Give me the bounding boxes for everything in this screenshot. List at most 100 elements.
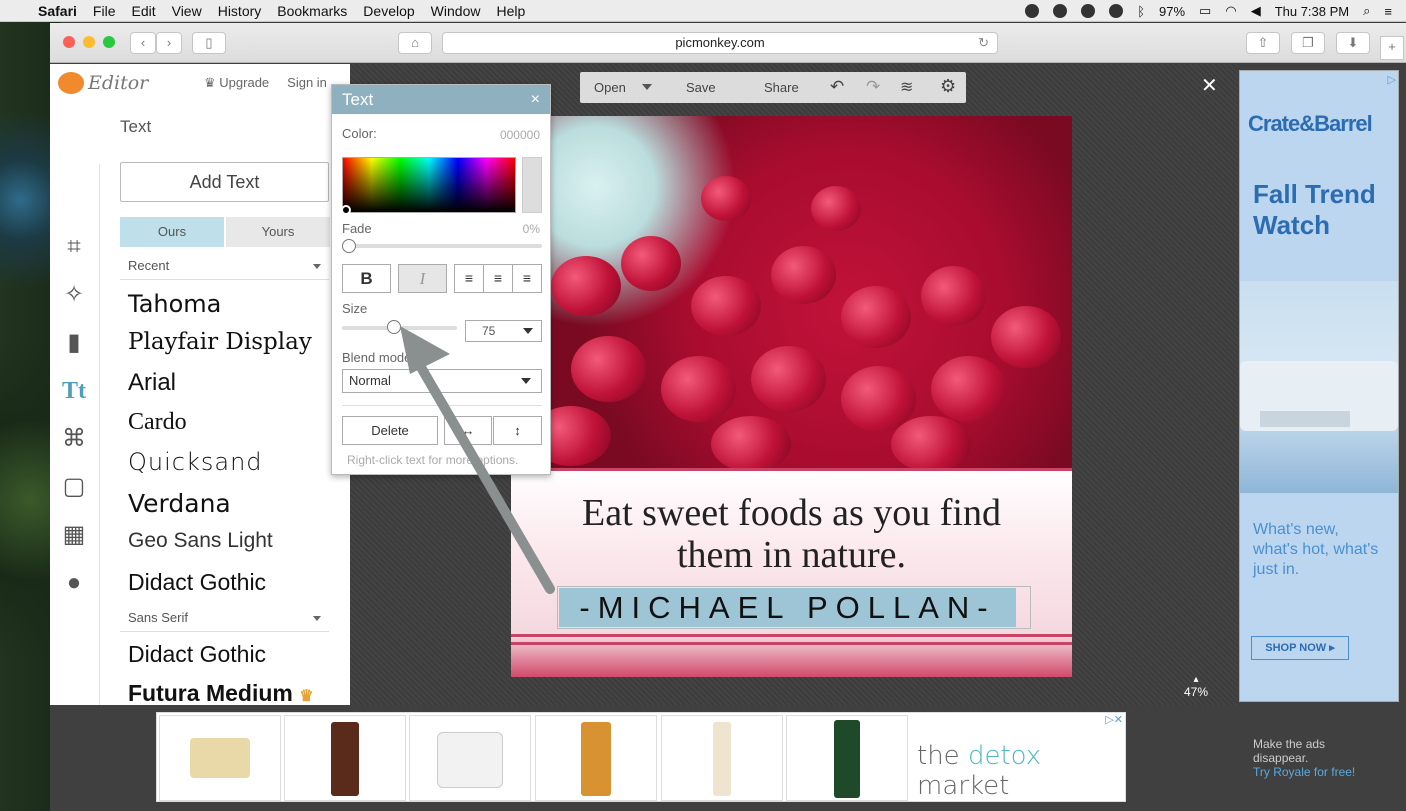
font-item[interactable]: Cardo (128, 409, 187, 436)
downloads-icon[interactable]: ⬇ (1336, 32, 1370, 54)
menu-edit[interactable]: Edit (131, 3, 155, 19)
crop-icon[interactable]: ⌗ (60, 233, 88, 261)
text-tool-icon[interactable]: Tt (60, 377, 88, 405)
status-circle-icon[interactable] (1025, 4, 1040, 18)
menu-develop[interactable]: Develop (363, 3, 414, 19)
side-advertisement[interactable]: ▷ Crate&Barrel Fall Trend Watch What's n… (1239, 70, 1399, 702)
zoom-up-icon[interactable]: ▴ (1184, 674, 1208, 685)
dialog-close-icon[interactable]: × (531, 85, 540, 114)
butterfly-icon[interactable]: ⌘ (60, 425, 88, 453)
back-button[interactable]: ‹ (130, 32, 156, 54)
hue-slider[interactable] (522, 157, 542, 213)
size-slider-handle[interactable] (386, 320, 401, 334)
battery-icon[interactable]: ▭ (1199, 3, 1211, 19)
flip-horizontal-icon[interactable]: ↔ (444, 416, 492, 445)
ad-shop-now-button[interactable]: SHOP NOW ▸ (1251, 636, 1349, 660)
search-icon[interactable]: ⌕ (1363, 3, 1370, 19)
menu-bookmarks[interactable]: Bookmarks (277, 3, 347, 19)
upgrade-link[interactable]: ♛ Upgrade (204, 75, 269, 91)
image-canvas[interactable]: Eat sweet foods as you find them in natur… (511, 116, 1072, 677)
font-item[interactable]: Didact Gothic (128, 569, 266, 596)
font-item[interactable]: Didact Gothic (128, 641, 266, 668)
font-item[interactable]: Playfair Display (128, 329, 312, 355)
ad-product-tile[interactable] (159, 715, 281, 801)
font-item[interactable]: Tahoma (128, 290, 221, 318)
menu-help[interactable]: Help (496, 3, 525, 19)
font-item[interactable]: Quicksand (128, 448, 263, 476)
menu-window[interactable]: Window (431, 3, 481, 19)
color-picker[interactable] (342, 157, 516, 213)
evernote-icon[interactable] (1053, 4, 1068, 18)
layers-icon[interactable]: ≋ (900, 77, 913, 97)
undo-icon[interactable]: ↶ (830, 77, 844, 97)
time-machine-icon[interactable] (1109, 4, 1124, 18)
bluetooth-icon[interactable]: ᛒ (1137, 4, 1145, 19)
ad-product-tile[interactable] (535, 715, 657, 801)
wifi-icon[interactable]: ◠ (1225, 3, 1236, 19)
share-button[interactable]: Share (764, 80, 799, 95)
menu-view[interactable]: View (172, 3, 202, 19)
bold-button[interactable]: B (342, 264, 391, 293)
menu-app-name[interactable]: Safari (38, 3, 77, 19)
tab-yours[interactable]: Yours (226, 217, 330, 247)
ad-close-icon[interactable]: ▷✕ (1105, 713, 1123, 726)
lipstick-icon[interactable]: ▮ (60, 329, 88, 357)
save-button[interactable]: Save (686, 80, 716, 95)
redo-icon[interactable]: ↷ (866, 77, 880, 97)
home-icon[interactable]: ⌂ (398, 32, 432, 54)
delete-button[interactable]: Delete (342, 416, 438, 445)
zoom-level[interactable]: ▴ 47% (1184, 674, 1208, 699)
dropbox-icon[interactable] (1081, 4, 1096, 18)
font-item[interactable]: Arial (128, 369, 176, 397)
clock[interactable]: Thu 7:38 PM (1275, 4, 1349, 19)
menu-file[interactable]: File (93, 3, 116, 19)
fade-slider-handle[interactable] (342, 239, 356, 253)
font-item[interactable]: Geo Sans Light (128, 529, 273, 553)
quote-text[interactable]: Eat sweet foods as you find them in natur… (511, 492, 1072, 576)
ad-product-tile[interactable] (786, 715, 908, 801)
author-text[interactable]: -MICHAEL POLLAN- (559, 588, 1016, 627)
sidebar-toggle-icon[interactable]: ▯ (192, 32, 226, 54)
new-tab-icon[interactable]: + (1380, 36, 1404, 60)
settings-gear-icon[interactable]: ⚙ (940, 76, 956, 97)
ad-product-tile[interactable] (409, 715, 531, 801)
fade-slider-track[interactable] (344, 244, 542, 248)
align-center-icon[interactable]: ≡ (483, 264, 513, 293)
adchoices-icon[interactable]: ▷ (1388, 73, 1396, 86)
tabs-icon[interactable]: ❐ (1291, 32, 1325, 54)
list-icon[interactable]: ≡ (1384, 4, 1392, 19)
font-item[interactable]: Verdana (128, 489, 231, 518)
forward-button[interactable]: › (156, 32, 182, 54)
address-bar[interactable]: picmonkey.com ↻ (442, 32, 998, 54)
size-input[interactable]: 75 (465, 320, 542, 342)
magic-wand-icon[interactable]: ✧ (60, 281, 88, 309)
italic-button[interactable]: I (398, 264, 447, 293)
color-hex-value[interactable]: 000000 (500, 128, 540, 142)
font-item[interactable]: Futura Medium ♛ (128, 680, 314, 707)
texture-icon[interactable]: ▦ (60, 521, 88, 549)
bottom-advertisement[interactable]: the detox market ▷✕ (156, 712, 1126, 802)
add-text-button[interactable]: Add Text (120, 162, 329, 202)
try-royale-link[interactable]: Try Royale for free! (1253, 765, 1355, 779)
font-category-dropdown[interactable]: Sans Serif (120, 604, 329, 632)
reload-icon[interactable]: ↻ (978, 33, 989, 53)
flip-vertical-icon[interactable]: ↕ (493, 416, 542, 445)
picmonkey-logo[interactable]: Editor (58, 72, 148, 94)
ad-product-tile[interactable] (661, 715, 783, 801)
align-left-icon[interactable]: ≡ (454, 264, 484, 293)
ad-product-tile[interactable] (284, 715, 406, 801)
align-right-icon[interactable]: ≡ (512, 264, 542, 293)
menu-history[interactable]: History (218, 3, 262, 19)
volume-icon[interactable]: ◀ (1251, 3, 1261, 19)
minimize-window-button[interactable] (83, 36, 95, 48)
zoom-window-button[interactable] (103, 36, 115, 48)
open-button[interactable]: Open (594, 80, 626, 95)
color-picker-handle[interactable] (341, 205, 351, 215)
open-dropdown-icon[interactable] (642, 84, 652, 95)
frame-icon[interactable]: ▢ (60, 473, 88, 501)
apple-theme-icon[interactable]: ● (60, 569, 88, 597)
font-filter-dropdown[interactable]: Recent (120, 252, 329, 280)
tab-ours[interactable]: Ours (120, 217, 224, 247)
blend-mode-select[interactable]: Normal (342, 369, 542, 393)
close-window-button[interactable] (63, 36, 75, 48)
